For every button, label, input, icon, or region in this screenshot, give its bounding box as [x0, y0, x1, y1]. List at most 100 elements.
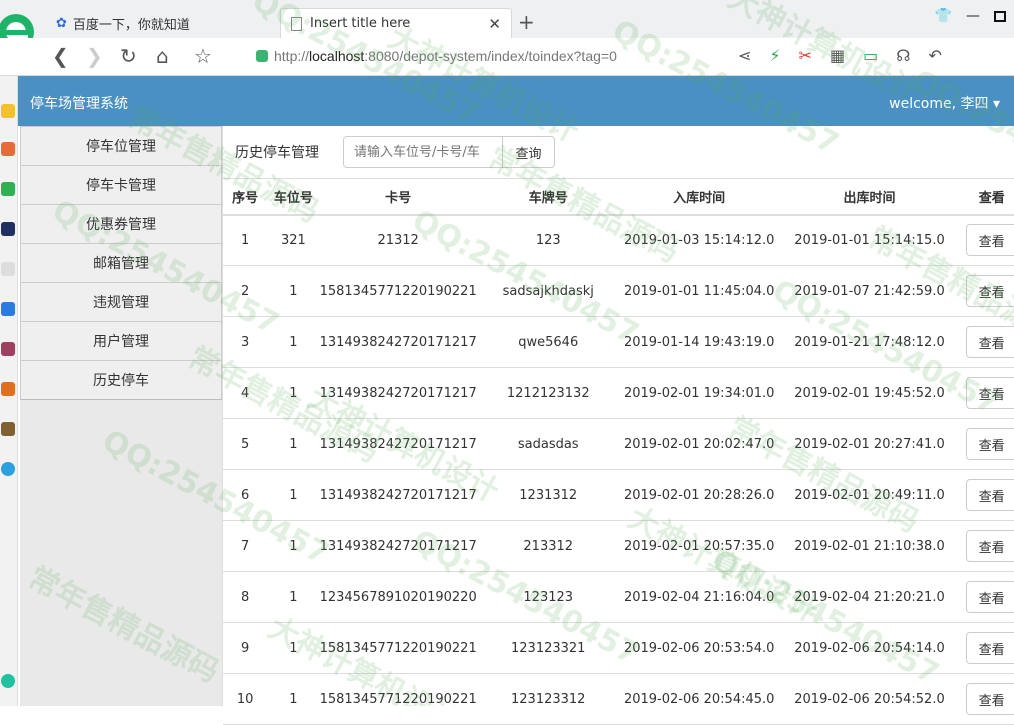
view-button[interactable]: 查看 — [965, 683, 1014, 715]
bookmark-star-icon[interactable]: ☆ — [194, 46, 212, 66]
tab-title: 百度一下，你就知道 — [72, 17, 190, 33]
column-header: 入库时间 — [619, 178, 779, 216]
table-row: 6 1 1314938242720171217 1231312 2019-02-01 2… — [223, 469, 1014, 521]
tab-active[interactable]: Insert title here ✕ — [280, 8, 512, 38]
app-icon[interactable] — [1, 674, 15, 688]
view-button[interactable]: 查看 — [965, 275, 1014, 307]
favorites-icon[interactable] — [1, 104, 15, 118]
app-icon[interactable] — [1, 462, 15, 476]
table-cell-slot: 1 — [267, 316, 320, 368]
table-cell-out: 2019-01-01 15:14:15.0 — [778, 214, 961, 266]
app-icon[interactable] — [1, 222, 15, 236]
table-cell-slot: 1 — [267, 673, 320, 725]
table-cell-card: 21312 — [319, 214, 477, 266]
app-icon[interactable] — [1, 182, 15, 196]
table-cell-in: 2019-02-01 20:02:47.0 — [619, 418, 779, 470]
search-input[interactable] — [343, 136, 503, 168]
url-host: localhost — [309, 48, 365, 64]
app-header: 停车场管理系统 welcome, 李四 ▾ — [18, 76, 1014, 126]
browser-side-strip — [0, 76, 18, 706]
sidebar-item-parking-card[interactable]: 停车卡管理 — [20, 165, 222, 205]
table-cell-in: 2019-02-01 20:28:26.0 — [619, 469, 779, 521]
sidebar-item-history[interactable]: 历史停车 — [20, 360, 222, 400]
table-cell-no: 4 — [223, 367, 268, 419]
table-cell-in: 2019-02-04 21:16:04.0 — [619, 571, 779, 623]
table-cell-slot: 1 — [267, 571, 320, 623]
share-icon[interactable]: ⋖ — [738, 46, 751, 65]
app-icon[interactable] — [1, 302, 15, 316]
table-cell-slot: 1 — [267, 367, 320, 419]
maximize-button[interactable] — [994, 11, 1006, 22]
skin-icon[interactable]: 👕 — [935, 8, 952, 24]
table-cell-out: 2019-02-06 20:54:14.0 — [778, 622, 961, 674]
table-cell-card: 1314938242720171217 — [319, 316, 477, 368]
close-icon[interactable]: ✕ — [488, 15, 501, 33]
table-cell-out: 2019-02-01 19:45:52.0 — [778, 367, 961, 419]
table-cell-view: 查看 — [960, 214, 1014, 266]
app-icon[interactable] — [1, 142, 15, 156]
table-cell-no: 10 — [223, 673, 268, 725]
search-button[interactable]: 查询 — [502, 136, 555, 168]
table-cell-out: 2019-02-01 21:10:38.0 — [778, 520, 961, 572]
view-button[interactable]: 查看 — [965, 224, 1014, 257]
table-cell-view: 查看 — [960, 622, 1014, 674]
view-button[interactable]: 查看 — [965, 428, 1014, 460]
home-button[interactable]: ⌂ — [156, 46, 169, 66]
app-icon[interactable] — [1, 382, 15, 396]
sidebar-item-mailbox[interactable]: 邮箱管理 — [20, 243, 222, 283]
forward-button[interactable]: ❯ — [86, 46, 103, 66]
lightning-icon[interactable]: ⚡ — [769, 46, 780, 65]
back-button[interactable]: ❮ — [52, 46, 69, 66]
table-cell-plate: 123123321 — [476, 622, 620, 674]
view-button[interactable]: 查看 — [965, 632, 1014, 664]
document-icon — [291, 16, 302, 31]
table-cell-out: 2019-02-01 20:27:41.0 — [778, 418, 961, 470]
app-icon[interactable] — [1, 342, 15, 356]
new-tab-button[interactable]: + — [518, 10, 535, 34]
tab-title: Insert title here — [310, 16, 411, 31]
toolbar-icons: ⋖ ⚡ ✂ ▦ ▭ ☊ ↶ — [738, 46, 942, 65]
url-prefix: http:// — [274, 48, 310, 64]
view-button[interactable]: 查看 — [965, 530, 1014, 562]
app-icon[interactable] — [1, 422, 15, 436]
table-cell-card: 1314938242720171217 — [319, 418, 477, 470]
table-cell-slot: 1 — [267, 418, 320, 470]
table-cell-out: 2019-01-21 17:48:12.0 — [778, 316, 961, 368]
scissors-icon[interactable]: ✂ — [799, 46, 812, 65]
url-rest: :8080/depot-system/index/toindex?tag=0 — [364, 48, 617, 64]
view-button[interactable]: 查看 — [965, 581, 1014, 613]
sidebar-item-user[interactable]: 用户管理 — [20, 321, 222, 361]
window-controls: 👕 — — [935, 8, 1006, 24]
reload-button[interactable]: ↻ — [120, 46, 137, 66]
table-cell-plate: 123123312 — [476, 673, 620, 725]
table-cell-view: 查看 — [960, 469, 1014, 521]
table-row: 3 1 1314938242720171217 qwe5646 2019-01-14 1… — [223, 316, 1014, 368]
user-menu[interactable]: welcome, 李四 ▾ — [889, 93, 1000, 113]
sidebar-item-violation[interactable]: 违规管理 — [20, 282, 222, 322]
table-cell-no: 8 — [223, 571, 268, 623]
url-field[interactable]: http://localhost:8080/depot-system/index… — [274, 48, 617, 64]
table-cell-plate: 123 — [476, 214, 620, 266]
column-header: 查看 — [960, 178, 1014, 216]
sidebar-menu: 停车位管理 停车卡管理 优惠券管理 邮箱管理 违规管理 用户管理 历史停车 — [20, 126, 222, 706]
battery-icon[interactable]: ▭ — [863, 46, 878, 65]
minimize-button[interactable]: — — [966, 8, 980, 24]
apps-grid-icon[interactable]: ▦ — [830, 46, 845, 65]
table-cell-slot: 1 — [267, 469, 320, 521]
view-button[interactable]: 查看 — [965, 326, 1014, 358]
tab-baidu[interactable]: ✿ 百度一下，你就知道 — [56, 8, 276, 38]
table-cell-view: 查看 — [960, 367, 1014, 419]
table-row: 10 1 1581345771220190221 123123312 2019-02-0… — [223, 673, 1014, 725]
undo-icon[interactable]: ↶ — [929, 46, 942, 65]
table-cell-card: 1581345771220190221 — [319, 673, 477, 725]
table-row: 5 1 1314938242720171217 sadasdas 2019-02-01 … — [223, 418, 1014, 470]
headphones-icon[interactable]: ☊ — [896, 46, 910, 65]
table-cell-card: 1581345771220190221 — [319, 265, 477, 317]
table-cell-out: 2019-01-07 21:42:59.0 — [778, 265, 961, 317]
app-icon[interactable] — [1, 262, 15, 276]
table-cell-plate: sadasdas — [476, 418, 620, 470]
sidebar-item-parking-space[interactable]: 停车位管理 — [20, 126, 222, 166]
sidebar-item-coupon[interactable]: 优惠券管理 — [20, 204, 222, 244]
view-button[interactable]: 查看 — [965, 479, 1014, 511]
view-button[interactable]: 查看 — [965, 377, 1014, 409]
